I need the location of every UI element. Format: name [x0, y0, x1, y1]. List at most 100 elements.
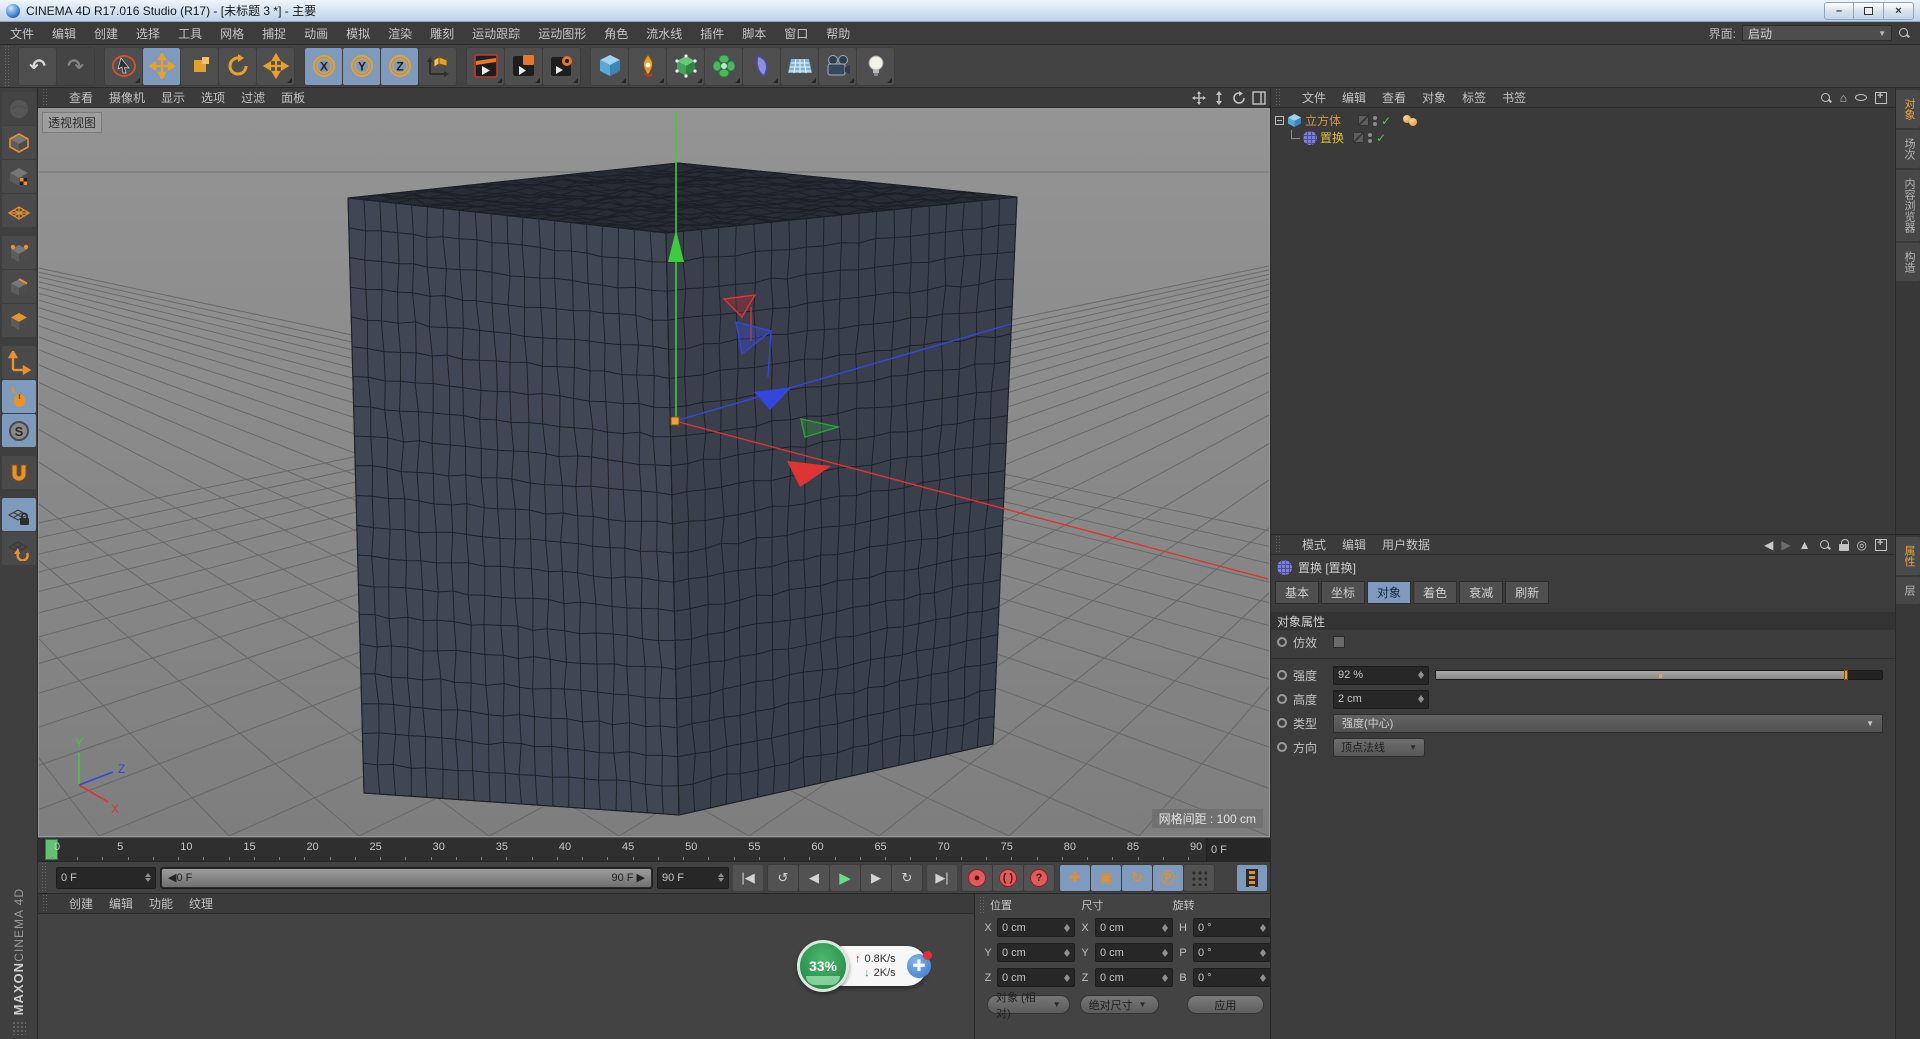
enabled-check-icon[interactable]: ✓ [1381, 114, 1391, 128]
slider-handle[interactable] [1844, 670, 1848, 680]
restore-button[interactable] [1854, 2, 1884, 20]
om-menu-file[interactable]: 文件 [1302, 89, 1326, 106]
menu-character[interactable]: 角色 [604, 25, 628, 42]
spinner-icon[interactable] [1418, 671, 1424, 679]
spinner-icon[interactable] [714, 873, 724, 882]
tab-refresh[interactable]: 刷新 [1505, 581, 1549, 604]
rotate-tool-button[interactable] [219, 48, 256, 85]
size-x-field[interactable]: 0 cm [1095, 918, 1173, 937]
am-menu-edit[interactable]: 编辑 [1342, 536, 1366, 553]
polygons-mode-button[interactable] [2, 304, 36, 337]
position-mode-dropdown[interactable]: 对象 (相对) ▼ [987, 995, 1070, 1014]
menu-select[interactable]: 选择 [136, 25, 160, 42]
render-picture-viewer-button[interactable] [505, 48, 542, 85]
coord-grip[interactable] [979, 896, 986, 914]
strength-slider[interactable] [1435, 670, 1883, 680]
viewport-menu-camera[interactable]: 摄像机 [109, 89, 145, 106]
frame-range-slider[interactable]: ◀ 0 F 90 F ▶ [160, 867, 653, 889]
ruler-frame-field[interactable]: 0 F [1206, 838, 1270, 861]
history-back-icon[interactable]: ◀ [1764, 539, 1773, 551]
spinner-icon[interactable] [1418, 695, 1424, 703]
spinner-icon[interactable] [1260, 949, 1266, 957]
anim-ring-icon[interactable] [1277, 694, 1287, 704]
lock-x-axis-button[interactable]: X [305, 48, 342, 85]
spinner-icon[interactable] [1260, 974, 1266, 982]
last-tool-button[interactable] [257, 48, 294, 85]
minimize-button[interactable]: – [1824, 2, 1854, 20]
rot-p-field[interactable]: 0 ° [1193, 943, 1271, 962]
points-mode-button[interactable] [2, 236, 36, 269]
target-icon[interactable]: ◎ [1857, 539, 1867, 551]
menu-create[interactable]: 创建 [94, 25, 118, 42]
goto-end-button[interactable]: ▶| [927, 865, 957, 891]
pan-view-icon[interactable] [1192, 91, 1206, 105]
parent-object-icon[interactable]: ▲ [1799, 539, 1811, 551]
menu-help[interactable]: 帮助 [826, 25, 850, 42]
goto-start-button[interactable]: |◀ [733, 865, 763, 891]
material-grip[interactable] [42, 894, 49, 913]
menu-script[interactable]: 脚本 [742, 25, 766, 42]
toggle-views-icon[interactable] [1252, 91, 1266, 105]
menu-file[interactable]: 文件 [10, 25, 34, 42]
interface-dropdown[interactable]: 启动 ▼ [1742, 25, 1892, 41]
menu-mesh[interactable]: 网格 [220, 25, 244, 42]
object-name[interactable]: 立方体 [1305, 112, 1341, 129]
tab-objects[interactable]: 对象 [1896, 90, 1920, 128]
om-menu-object[interactable]: 对象 [1422, 89, 1446, 106]
object-row-displace[interactable]: 置换 ✓ [1275, 129, 1895, 146]
perspective-viewport[interactable]: YZX 透视视图 网格间距 : 100 cm [38, 108, 1270, 837]
scale-tool-button[interactable] [181, 48, 218, 85]
record-position-button[interactable]: ✚ [1060, 865, 1090, 891]
tab-object[interactable]: 对象 [1367, 581, 1411, 604]
pos-y-field[interactable]: 0 cm [997, 943, 1075, 962]
next-frame-button[interactable]: ▶ [861, 865, 891, 891]
rotate-view-icon[interactable] [1232, 91, 1246, 105]
viewport-grip[interactable] [42, 88, 49, 107]
om-menu-view[interactable]: 查看 [1382, 89, 1406, 106]
viewport-menu-options[interactable]: 选项 [201, 89, 225, 106]
progress-circle[interactable]: 33% [797, 940, 849, 992]
redo-button[interactable]: ↷ [57, 48, 94, 85]
spinner-icon[interactable] [141, 873, 151, 882]
tab-attributes[interactable]: 属性 [1896, 537, 1920, 575]
viewport-menu-filter[interactable]: 过滤 [241, 89, 265, 106]
tab-basic[interactable]: 基本 [1275, 581, 1319, 604]
keyframe-selection-button[interactable]: ? [1024, 865, 1054, 891]
menu-render[interactable]: 渲染 [388, 25, 412, 42]
size-y-field[interactable]: 0 cm [1095, 943, 1173, 962]
spinner-icon[interactable] [1064, 974, 1070, 982]
coordinate-system-button[interactable] [419, 48, 456, 85]
object-axis-mode-button[interactable] [2, 346, 36, 379]
magnet-snap-button[interactable] [2, 456, 36, 489]
download-progress-widget[interactable]: ↑0.8K/s ↓2K/s 33% ✚ [797, 938, 935, 994]
add-camera-button[interactable] [819, 48, 856, 85]
am-menu-userdata[interactable]: 用户数据 [1382, 536, 1430, 553]
material-menu-function[interactable]: 功能 [149, 895, 173, 912]
layer-toggle-icon[interactable] [1358, 115, 1369, 126]
record-rotation-button[interactable]: ↻ [1122, 865, 1152, 891]
tab-takes[interactable]: 场次 [1896, 130, 1920, 168]
add-primitive-cube-button[interactable] [591, 48, 628, 85]
spinner-icon[interactable] [1162, 949, 1168, 957]
snap-button[interactable]: S [2, 414, 36, 447]
search-icon[interactable] [1898, 27, 1910, 39]
edges-mode-button[interactable] [2, 270, 36, 303]
visibility-dots-icon[interactable] [1368, 133, 1372, 143]
rot-b-field[interactable]: 0 ° [1193, 968, 1271, 987]
menu-animate[interactable]: 动画 [304, 25, 328, 42]
history-forward-icon[interactable]: ▶ [1781, 539, 1790, 551]
pos-z-field[interactable]: 0 cm [997, 968, 1075, 987]
workplane-cycle-button[interactable] [2, 532, 36, 565]
phong-tag-icon[interactable] [1403, 115, 1419, 127]
material-menu-texture[interactable]: 纹理 [189, 895, 213, 912]
play-backward-button[interactable]: ↺ [768, 865, 798, 891]
am-add-panel-icon[interactable] [1875, 539, 1887, 551]
spinner-icon[interactable] [1162, 924, 1168, 932]
menu-plugins[interactable]: 插件 [700, 25, 724, 42]
tab-layers[interactable]: 层 [1896, 577, 1920, 604]
zoom-view-icon[interactable] [1212, 91, 1226, 105]
menu-pipeline[interactable]: 流水线 [646, 25, 682, 42]
spinner-icon[interactable] [1162, 974, 1168, 982]
om-search-icon[interactable] [1820, 92, 1832, 104]
spinner-icon[interactable] [1064, 924, 1070, 932]
